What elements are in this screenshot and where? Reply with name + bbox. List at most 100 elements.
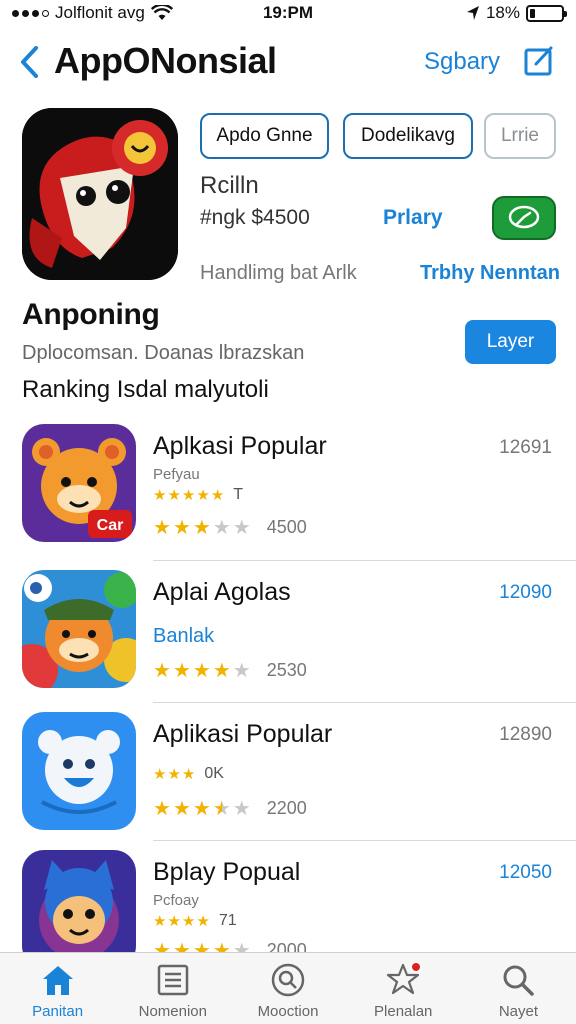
signal-dots-icon (12, 9, 49, 17)
compose-button[interactable] (524, 44, 554, 76)
small-rating: ★ ★ ★ ★ ★ T (153, 486, 244, 504)
tab-plenalan[interactable]: Plenalan (346, 953, 461, 1024)
nav-bar: AppONonsial Sgbary (0, 30, 576, 92)
app-rating-line: Handlimg bat Arlk (200, 262, 357, 284)
chevron-left-icon (21, 46, 38, 78)
app-title: Aplikasi Popular (153, 720, 333, 748)
star-icon: ★ (212, 939, 231, 953)
app-action-button-3[interactable]: Lrrie (484, 113, 556, 159)
app-subtitle: Pcfoay (153, 892, 199, 909)
star-icon: ★ (232, 797, 251, 820)
star-icon: ★ (172, 516, 191, 539)
layer-button[interactable]: Layer (465, 320, 556, 364)
privacy-link[interactable]: Prlary (383, 206, 443, 230)
cat-app-icon (22, 850, 136, 952)
app-title: Aplai Agolas (153, 578, 291, 606)
hamster-app-icon: Car (22, 424, 136, 542)
carrier-name: Jolflonit avg (55, 3, 145, 22)
battery-percent: 18% (485, 3, 520, 22)
star-icon: ★ (172, 939, 191, 953)
section-title: Anponing (22, 298, 160, 331)
status-left: Jolflonit avg (12, 3, 173, 23)
tab-bar: Panitan Nomenion Mooction Plenalan Nayet (0, 952, 576, 1024)
star-icon: ★ (153, 797, 171, 820)
tab-panitan[interactable]: Panitan (0, 953, 115, 1024)
status-bar: Jolflonit avg 19:PM 18% (0, 0, 576, 26)
star-rating: ★ ★ ★ ★ ★ 4500 (153, 517, 307, 538)
app-action-button-1[interactable]: Apdo Gnne (200, 113, 329, 159)
divider (153, 702, 576, 703)
download-count: 12050 (499, 862, 552, 883)
notification-badge (409, 961, 422, 973)
star-icon: ★ (192, 939, 211, 953)
divider (153, 840, 576, 841)
tab-label: Plenalan (374, 1003, 433, 1020)
rating-count: 2530 (266, 660, 307, 680)
list-icon (153, 961, 193, 999)
list-item[interactable]: Aplikasi Popular ★ ★ ★ 0K ★ ★ ★ ★ ★ 2200 12890 (0, 712, 576, 840)
list-item[interactable]: Aplai Agolas Banlak ★ ★ ★ ★ ★ 2530 12090 (0, 570, 576, 702)
app-subtitle: Banlak (153, 625, 215, 647)
list-item[interactable]: Bplay Popual Pcfoay ★ ★ ★ ★ 71 ★ ★ ★ ★ ★ 2000 12… (0, 850, 576, 952)
tab-label: Panitan (32, 1003, 84, 1020)
wifi-icon (150, 5, 173, 20)
small-rating: ★ ★ ★ ★ 71 (153, 912, 237, 930)
star-icon: ★ (192, 516, 211, 539)
star-icon: ★ (153, 659, 171, 682)
search-icon (498, 961, 538, 999)
app-title: Aplkasi Popular (153, 432, 327, 460)
tab-nayet[interactable]: Nayet (461, 953, 576, 1024)
section-description: Dplocomsan. Doanas lbrazskan (22, 342, 305, 364)
tab-label: Nomenion (138, 1003, 207, 1020)
star-icon: ★ (192, 797, 211, 820)
tab-nomenion[interactable]: Nomenion (115, 953, 230, 1024)
rating-count: 4500 (266, 517, 307, 537)
get-button[interactable] (492, 196, 556, 240)
star-rating: ★ ★ ★ ★ ★ 2000 (153, 940, 307, 952)
small-rating-value: T (233, 486, 244, 503)
tab-label: Nayet (498, 1003, 538, 1020)
star-icon: ★ (232, 939, 251, 953)
rating-count: 2000 (266, 940, 307, 952)
star-icon: ★ (212, 659, 231, 682)
star-icon: ★ (232, 659, 251, 682)
compose-icon (524, 46, 553, 76)
star-icon: ★ (212, 797, 231, 820)
small-rating-value: 0K (204, 765, 224, 782)
fox-app-icon (22, 570, 136, 688)
star-icon: ★ (172, 797, 191, 820)
app-price: #ngk $4500 (200, 206, 310, 229)
star-icon: ★ (172, 659, 191, 682)
tab-mooction[interactable]: Mooction (230, 953, 345, 1024)
battery-fill (530, 8, 536, 18)
app-subtitle: Pefyau (153, 466, 200, 483)
list-item[interactable]: Car Aplkasi Popular Pefyau ★ ★ ★ ★ ★ T ★ ★ ★ ★ ★… (0, 424, 576, 560)
svg-text:Car: Car (97, 517, 124, 534)
ranking-title: Ranking Isdal malyutoli (22, 376, 269, 403)
house-icon (38, 961, 78, 999)
small-rating: ★ ★ ★ 0K (153, 765, 224, 783)
app-info-link[interactable]: Trbhy Nenntan (420, 262, 560, 285)
star-icon: ★ (232, 516, 251, 539)
bear-app-icon (22, 712, 136, 830)
app-action-button-2[interactable]: Dodelikavg (343, 113, 473, 159)
chicken-game-icon (22, 108, 178, 280)
back-button[interactable] (14, 42, 44, 82)
app-name: Rcilln (200, 172, 259, 199)
location-arrow-icon (466, 6, 479, 20)
star-icon: ★ (192, 659, 211, 682)
star-rating: ★ ★ ★ ★ ★ 2530 (153, 660, 307, 681)
search-circle-icon (268, 961, 308, 999)
small-rating-value: 71 (218, 912, 237, 929)
star-icon: ★ (153, 516, 171, 539)
battery-icon (526, 4, 567, 22)
leaf-icon (508, 205, 540, 229)
star-icon: ★ (153, 939, 171, 953)
app-icon[interactable] (22, 108, 178, 280)
star-rating: ★ ★ ★ ★ ★ 2200 (153, 798, 307, 819)
page-title: AppONonsial (54, 40, 277, 81)
tab-label: Mooction (257, 1003, 319, 1020)
download-count: 12090 (499, 582, 552, 603)
nav-link[interactable]: Sgbary (424, 48, 500, 76)
download-count: 12691 (499, 437, 552, 458)
